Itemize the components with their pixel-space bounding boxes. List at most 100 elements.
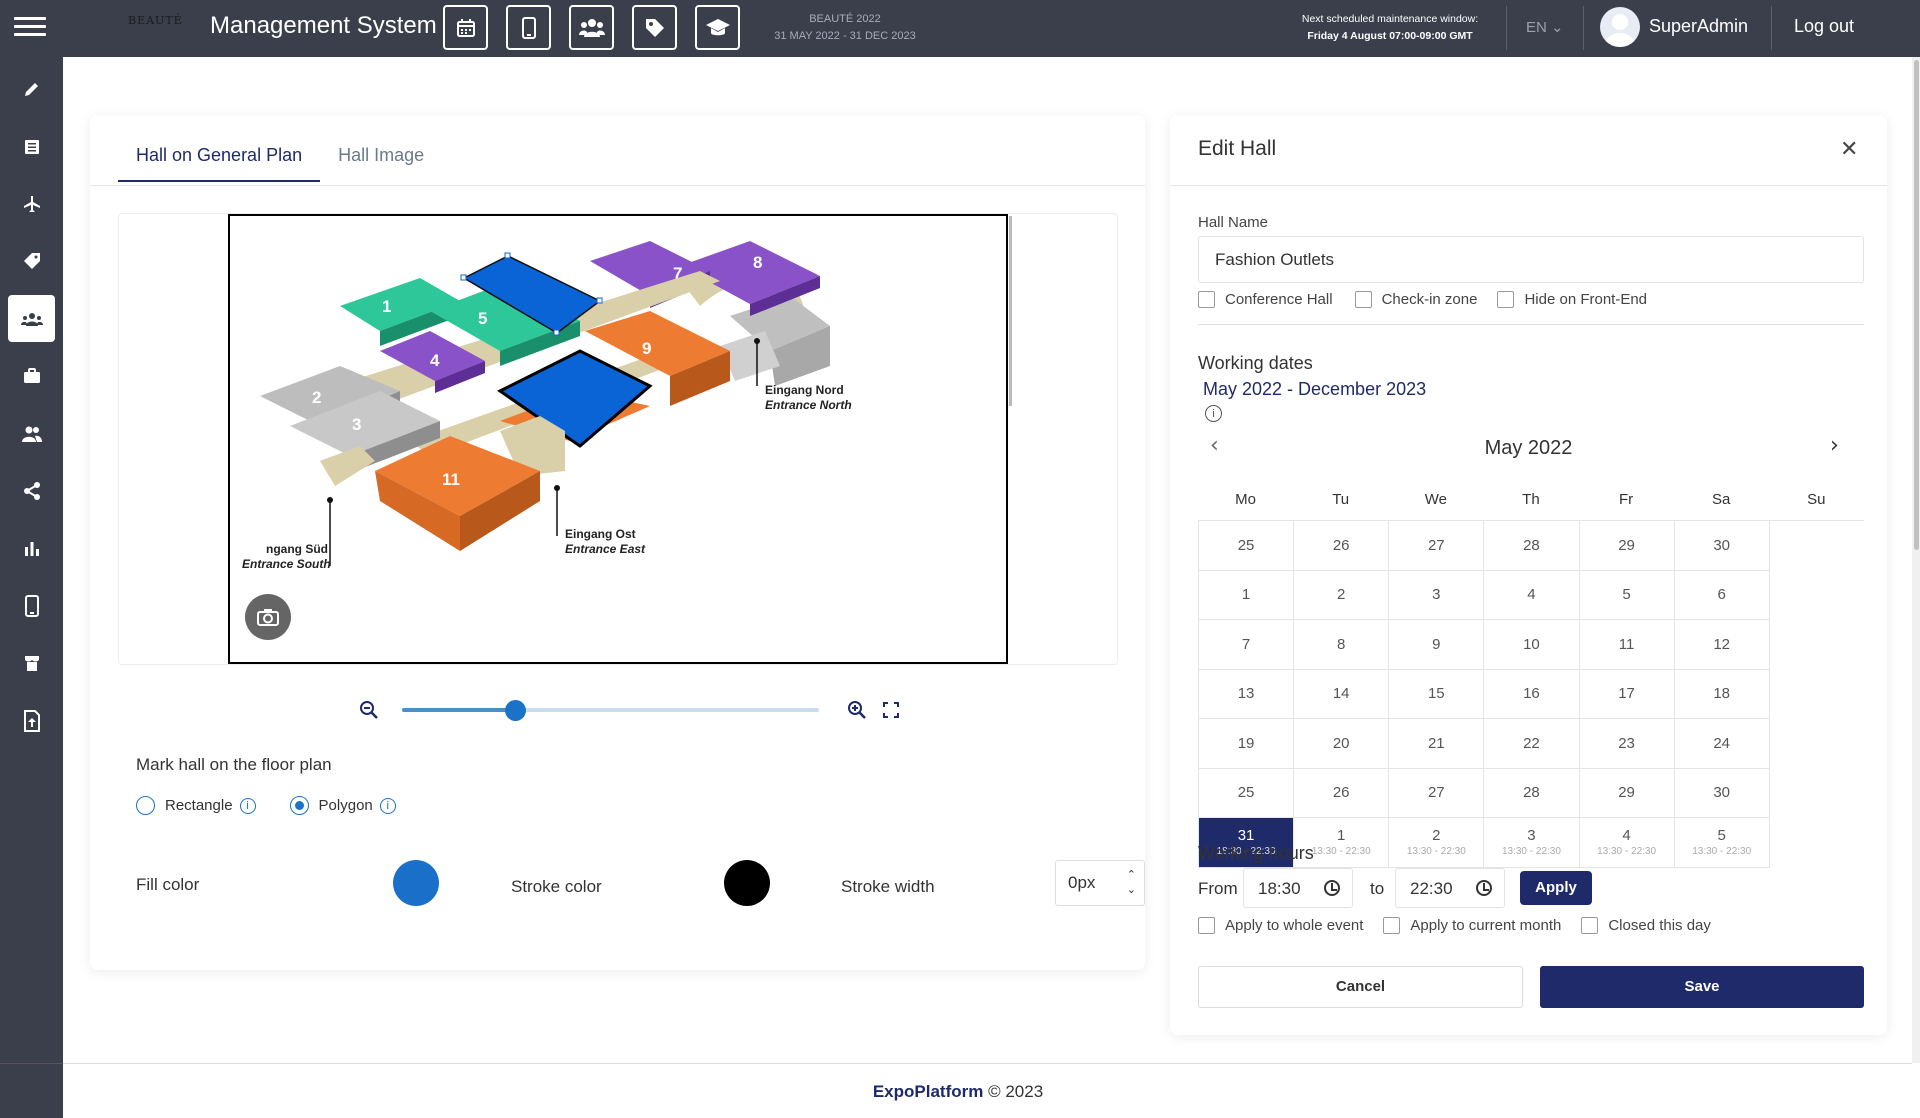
stepper-icon[interactable]: ⌃ ⌄ — [1127, 867, 1136, 897]
calendar-day[interactable]: 24 — [1674, 719, 1770, 769]
tag-icon[interactable] — [632, 5, 677, 50]
calendar-day[interactable]: 29 — [1579, 768, 1675, 818]
logout-link[interactable]: Log out — [1794, 16, 1854, 37]
calendar-day[interactable]: 12 — [1674, 620, 1770, 670]
calendar-day[interactable]: 29 — [1579, 521, 1675, 571]
calendar-day[interactable]: 11 — [1579, 620, 1675, 670]
avatar[interactable] — [1600, 7, 1640, 47]
conference-hall-checkbox[interactable] — [1198, 291, 1215, 308]
calendar-day[interactable]: 23 — [1579, 719, 1675, 769]
calendar-day[interactable]: 26 — [1294, 768, 1390, 818]
calendar-day[interactable]: 2 13:30 - 22:30 — [1389, 818, 1485, 868]
floor-plan-hall-number: 1 — [382, 297, 391, 316]
floor-plan-canvas[interactable]: 8 7 1 5 4 2 3 9 11 Eingang Nord Entrance… — [228, 214, 1008, 664]
check-in-zone-checkbox[interactable] — [1354, 291, 1372, 308]
share-icon[interactable] — [8, 467, 55, 514]
day-number: 18 — [1713, 685, 1731, 703]
graduation-cap-icon[interactable] — [695, 5, 740, 50]
rectangle-radio[interactable] — [136, 796, 155, 815]
tablet-icon[interactable] — [506, 5, 551, 50]
calendar-day[interactable]: 27 — [1389, 768, 1485, 818]
calendar-day[interactable]: 21 — [1389, 719, 1485, 769]
calendar-day[interactable]: 28 — [1484, 768, 1580, 818]
apply-button[interactable]: Apply — [1520, 871, 1592, 905]
info-icon[interactable]: i — [379, 797, 396, 814]
polygon-radio[interactable] — [289, 796, 309, 815]
zoom-slider-handle[interactable] — [505, 700, 526, 721]
calendar-day[interactable]: 3 — [1389, 570, 1485, 620]
scrollbar-thumb[interactable] — [1914, 60, 1919, 550]
fill-color-swatch[interactable] — [393, 860, 439, 906]
calendar-day[interactable]: 30 — [1674, 521, 1770, 571]
calendar-day[interactable]: 26 — [1294, 521, 1390, 571]
calendar-day[interactable]: 4 — [1484, 570, 1580, 620]
calendar-day[interactable]: 16 — [1484, 669, 1580, 719]
chevron-right-icon[interactable]: › — [1830, 433, 1839, 458]
floor-plan-hall-number: 3 — [352, 415, 361, 434]
apply-whole-event-checkbox[interactable] — [1198, 917, 1215, 934]
closed-this-day-checkbox[interactable] — [1581, 917, 1599, 934]
calendar-day[interactable]: 10 — [1484, 620, 1580, 670]
calendar-day[interactable]: 4 13:30 - 22:30 — [1579, 818, 1675, 868]
tab-hall-on-general-plan[interactable]: Hall on General Plan — [118, 145, 321, 182]
zoom-out-icon[interactable] — [358, 699, 380, 726]
bar-chart-icon[interactable] — [8, 524, 55, 571]
info-icon[interactable]: i — [239, 797, 256, 814]
hall-users-icon[interactable] — [8, 295, 55, 342]
hide-frontend-checkbox[interactable] — [1497, 291, 1515, 308]
day-number: 5 — [1622, 586, 1631, 604]
calendar-day[interactable]: 2 — [1294, 570, 1390, 620]
calendar-day[interactable]: 25 — [1199, 768, 1295, 818]
people-icon[interactable] — [8, 410, 55, 457]
weekday-label: Fr — [1618, 491, 1634, 508]
calendar-day[interactable]: 18 — [1674, 669, 1770, 719]
calendar-day[interactable]: 30 — [1674, 768, 1770, 818]
section-divider — [1198, 324, 1864, 325]
calendar-day[interactable]: 1 — [1199, 570, 1295, 620]
mobile-icon[interactable] — [8, 582, 55, 629]
info-icon[interactable]: i — [1205, 405, 1222, 422]
tags-icon[interactable] — [8, 237, 55, 284]
calendar-day[interactable]: 14 — [1294, 669, 1390, 719]
stand-icon[interactable] — [8, 639, 55, 686]
calendar-day[interactable]: 28 — [1484, 521, 1580, 571]
plane-icon[interactable] — [8, 180, 55, 227]
stroke-color-swatch[interactable] — [724, 860, 770, 906]
calendar-day[interactable]: 20 — [1294, 719, 1390, 769]
calendar-day[interactable]: 5 — [1579, 570, 1675, 620]
calendar-day[interactable]: 5 13:30 - 22:30 — [1674, 818, 1770, 868]
calendar-day[interactable]: 17 — [1579, 669, 1675, 719]
plan-scrollbar[interactable] — [1009, 216, 1012, 406]
calendar-day[interactable]: 3 13:30 - 22:30 — [1484, 818, 1580, 868]
fullscreen-icon[interactable] — [883, 702, 899, 723]
tab-hall-image[interactable]: Hall Image — [320, 145, 442, 182]
from-time-input[interactable]: 18:30 — [1243, 868, 1353, 908]
users-icon[interactable] — [569, 5, 614, 50]
calendar-day[interactable]: 8 — [1294, 620, 1390, 670]
calendar-day[interactable]: 22 — [1484, 719, 1580, 769]
camera-icon[interactable] — [245, 594, 291, 640]
briefcase-icon[interactable] — [8, 352, 55, 399]
apply-current-month-checkbox[interactable] — [1383, 917, 1401, 934]
calendar-day[interactable]: 27 — [1389, 521, 1485, 571]
calendar-day[interactable]: 9 — [1389, 620, 1485, 670]
stroke-width-input[interactable]: 0px ⌃ ⌄ — [1055, 860, 1145, 906]
language-selector[interactable]: EN ⌄ — [1526, 18, 1564, 36]
calendar-day[interactable]: 15 — [1389, 669, 1485, 719]
save-button[interactable]: Save — [1540, 966, 1864, 1008]
cancel-button[interactable]: Cancel — [1198, 966, 1523, 1008]
calendar-day[interactable]: 19 — [1199, 719, 1295, 769]
calendar-day[interactable]: 13 — [1199, 669, 1295, 719]
upload-file-icon[interactable] — [8, 697, 55, 744]
calendar-icon[interactable] — [443, 5, 488, 50]
close-icon[interactable]: ✕ — [1840, 137, 1858, 162]
calendar-day[interactable]: 6 — [1674, 570, 1770, 620]
pencil-icon[interactable] — [8, 65, 55, 112]
hamburger-menu-icon[interactable] — [14, 17, 46, 41]
zoom-in-icon[interactable] — [846, 699, 868, 726]
to-time-input[interactable]: 22:30 — [1395, 868, 1505, 908]
calendar-day[interactable]: 7 — [1199, 620, 1295, 670]
calendar-day[interactable]: 25 — [1199, 521, 1295, 571]
list-icon[interactable] — [8, 123, 55, 170]
hall-name-input[interactable]: Fashion Outlets — [1198, 236, 1864, 283]
